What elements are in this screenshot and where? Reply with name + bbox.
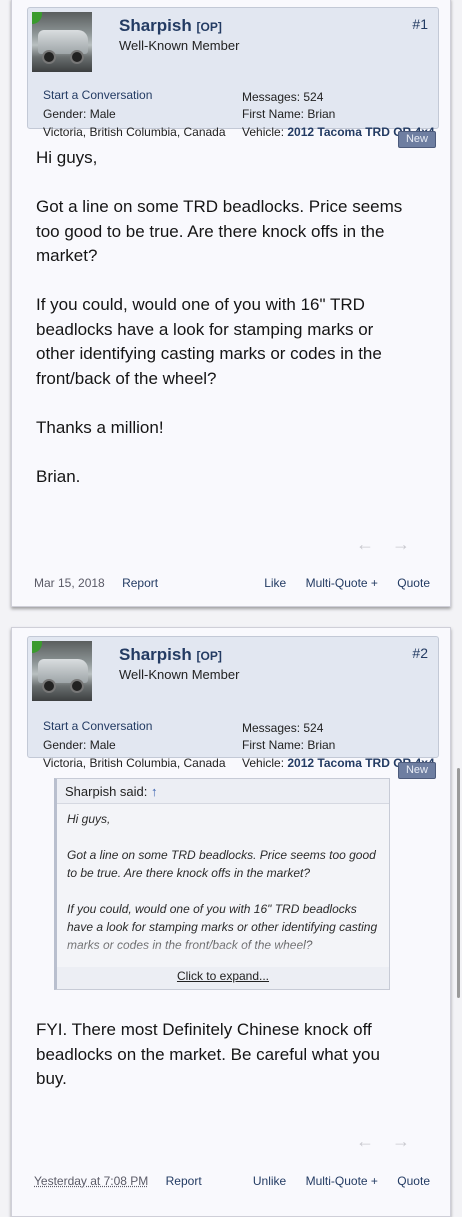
click-to-expand-link[interactable]: Click to expand... xyxy=(57,969,389,983)
user-title: Well-Known Member xyxy=(119,38,240,53)
post-paragraph: FYI. There most Definitely Chinese knock… xyxy=(36,1020,380,1088)
new-badge: New xyxy=(398,762,436,779)
post-date[interactable]: Yesterday at 7:08 PM xyxy=(34,1174,148,1188)
user-title: Well-Known Member xyxy=(119,667,240,682)
avatar[interactable] xyxy=(32,641,92,701)
post-2: Sharpish [OP] Well-Known Member #2 Start… xyxy=(11,627,451,1217)
arrow-left-icon[interactable]: ← xyxy=(356,534,392,554)
post-nav: ←→ xyxy=(356,1131,428,1152)
post-number[interactable]: #2 xyxy=(412,645,428,661)
jump-to-quote-icon[interactable]: ↑ xyxy=(151,784,158,799)
post-date[interactable]: Mar 15, 2018 xyxy=(34,576,105,590)
report-button[interactable]: Report xyxy=(166,1174,202,1188)
like-button[interactable]: Like xyxy=(264,576,286,590)
quote-block: Sharpish said: ↑ Hi guys, Got a line on … xyxy=(54,778,390,990)
post-nav: ←→ xyxy=(356,534,428,555)
author-box: Sharpish [OP] Well-Known Member #2 Start… xyxy=(27,636,439,770)
op-tag: [OP] xyxy=(196,649,222,663)
post-paragraph: Brian. xyxy=(36,466,81,486)
post-paragraph: Got a line on some TRD beadlocks. Price … xyxy=(36,197,403,265)
first-name: First Name: Brian xyxy=(242,107,336,121)
quote-content: Hi guys, Got a line on some TRD beadlock… xyxy=(57,803,389,967)
gender: Gender: Male xyxy=(43,107,116,121)
leaf-icon xyxy=(32,12,42,24)
quote-author: Sharpish said: xyxy=(65,784,148,799)
quote-paragraph: Hi guys, xyxy=(67,812,111,826)
quote-paragraph: Got a line on some TRD beadlocks. Price … xyxy=(67,848,376,880)
post-body: FYI. There most Definitely Chinese knock… xyxy=(36,1018,406,1116)
gender: Gender: Male xyxy=(43,738,116,752)
location: Victoria, British Columbia, Canada xyxy=(43,125,226,139)
username[interactable]: Sharpish [OP] xyxy=(119,16,222,36)
start-conversation-link[interactable]: Start a Conversation xyxy=(43,88,152,102)
avatar[interactable] xyxy=(32,12,92,72)
post-number[interactable]: #1 xyxy=(412,16,428,32)
username[interactable]: Sharpish [OP] xyxy=(119,645,222,665)
arrow-right-icon[interactable]: → xyxy=(392,534,428,554)
leaf-icon xyxy=(32,641,42,653)
post-1: Sharpish [OP] Well-Known Member #1 Start… xyxy=(11,0,451,607)
post-paragraph: Thanks a million! xyxy=(36,417,164,437)
arrow-right-icon[interactable]: → xyxy=(392,1131,428,1151)
op-tag: [OP] xyxy=(196,20,222,34)
post-body: Hi guys, Got a line on some TRD beadlock… xyxy=(36,146,406,514)
unlike-button[interactable]: Unlike xyxy=(253,1174,286,1188)
multi-quote-button[interactable]: Multi-Quote + xyxy=(306,1174,378,1188)
post-footer: Yesterday at 7:08 PM Report Unlike Multi… xyxy=(34,1174,430,1188)
messages-count: Messages: 524 xyxy=(242,721,324,735)
location: Victoria, British Columbia, Canada xyxy=(43,756,226,770)
post-footer: Mar 15, 2018 Report Like Multi-Quote + Q… xyxy=(34,576,430,590)
author-box: Sharpish [OP] Well-Known Member #1 Start… xyxy=(27,7,439,139)
messages-count: Messages: 524 xyxy=(242,90,324,104)
first-name: First Name: Brian xyxy=(242,738,336,752)
quote-button[interactable]: Quote xyxy=(397,1174,430,1188)
post-paragraph: If you could, would one of you with 16" … xyxy=(36,295,382,388)
quote-attribution: Sharpish said: ↑ xyxy=(65,784,158,799)
post-paragraph: Hi guys, xyxy=(36,148,98,167)
scrollbar[interactable] xyxy=(457,768,460,998)
start-conversation-link[interactable]: Start a Conversation xyxy=(43,719,152,733)
multi-quote-button[interactable]: Multi-Quote + xyxy=(306,576,378,590)
report-button[interactable]: Report xyxy=(122,576,158,590)
arrow-left-icon[interactable]: ← xyxy=(356,1131,392,1151)
quote-button[interactable]: Quote xyxy=(397,576,430,590)
